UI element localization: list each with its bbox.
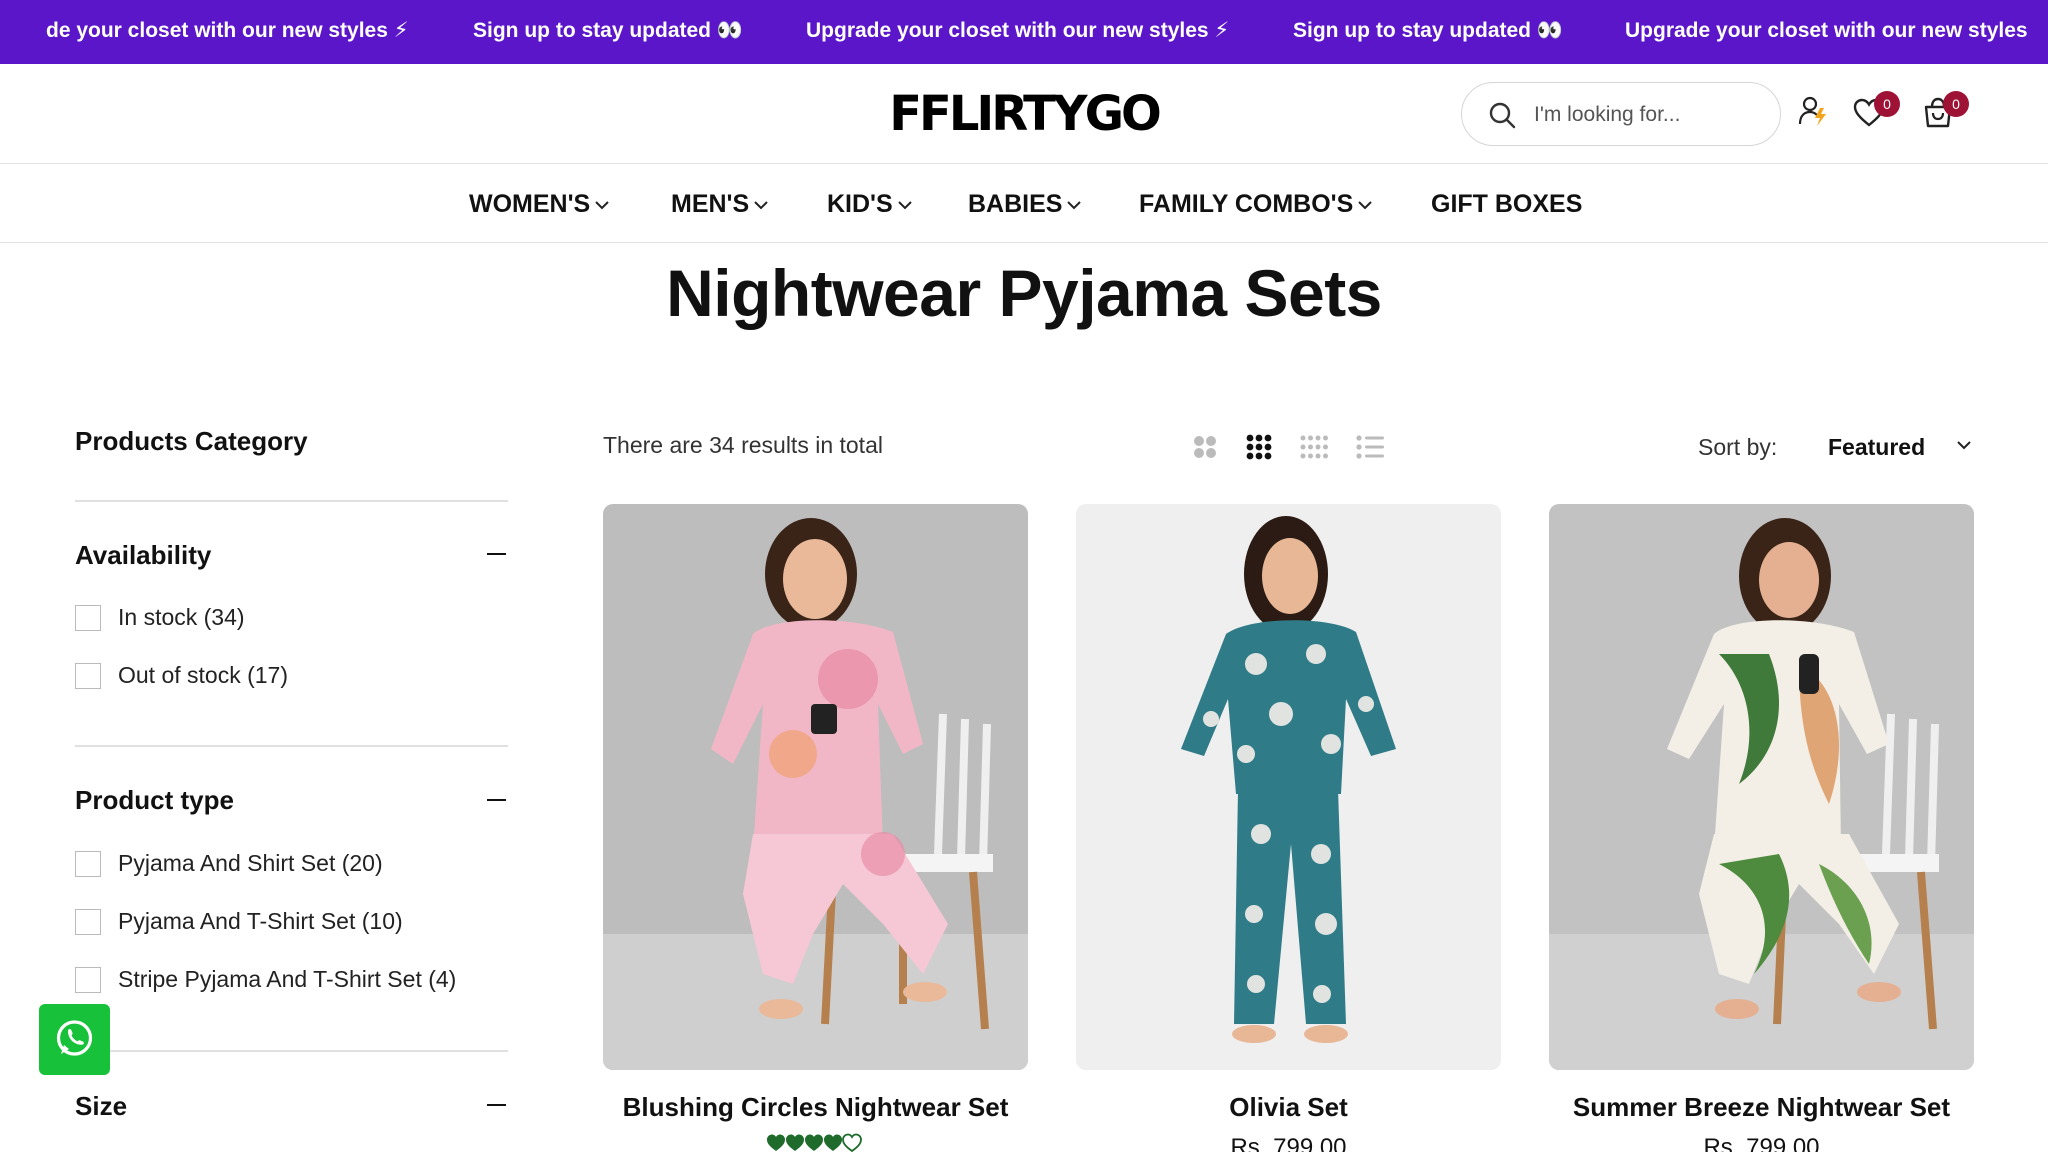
nav-item-gift-boxes[interactable]: GIFT BOXES: [1431, 165, 1582, 243]
nav-item-womens[interactable]: WOMEN'S: [469, 165, 610, 243]
nav-item-mens[interactable]: MEN'S: [671, 165, 769, 243]
chevron-down-icon: [1067, 201, 1082, 210]
announcement-text: Upgrade your closet with our new styles: [1625, 19, 2028, 42]
product-title[interactable]: Blushing Circles Nightwear Set: [603, 1092, 1028, 1123]
divider: [75, 1050, 508, 1052]
announcement-text: Upgrade your closet with our new styles …: [806, 19, 1230, 42]
product-price: Rs. 799.00: [1230, 1134, 1347, 1152]
announcement-text: Sign up to stay updated 👀: [1293, 19, 1563, 42]
product-type-heading[interactable]: Product type: [75, 785, 234, 816]
site-header: FFLIRTYGO 0 0: [0, 64, 2048, 164]
collapse-minus-icon[interactable]: [487, 799, 506, 801]
grid-3-columns-icon[interactable]: [1244, 432, 1274, 462]
chevron-down-icon[interactable]: [1956, 440, 1972, 450]
product-image[interactable]: [1076, 504, 1501, 1070]
account-icon[interactable]: [1796, 94, 1830, 128]
filter-option-label: Stripe Pyjama And T-Shirt Set (4): [118, 966, 457, 992]
chevron-down-icon: [1358, 201, 1373, 210]
collapse-minus-icon[interactable]: [487, 1104, 506, 1106]
announcement-text: de your closet with our new styles ⚡: [46, 19, 409, 42]
nav-item-label: WOMEN'S: [469, 190, 591, 218]
chevron-down-icon: [897, 201, 912, 210]
filter-option-label: Out of stock (17): [118, 662, 289, 688]
announcement-text: Sign up to stay updated 👀: [473, 19, 743, 42]
main-nav: WOMEN'S MEN'S KID'S BABIES FAMILY COMBO'…: [0, 165, 2048, 243]
checkbox[interactable]: [75, 851, 101, 877]
filter-option-label: Pyjama And T-Shirt Set (10): [118, 908, 403, 934]
nav-item-family-combos[interactable]: FAMILY COMBO'S: [1139, 165, 1373, 243]
nav-item-label: BABIES: [968, 190, 1063, 218]
chevron-down-icon: [754, 201, 768, 210]
nav-item-babies[interactable]: BABIES: [968, 165, 1082, 243]
search-box[interactable]: [1461, 82, 1781, 146]
nav-item-label: FAMILY COMBO'S: [1139, 190, 1354, 218]
grid-4-columns-icon[interactable]: [1299, 432, 1329, 462]
star-filled-icon: [785, 1134, 804, 1151]
filter-option-label: Pyjama And Shirt Set (20): [118, 850, 383, 876]
wishlist-count-badge: 0: [1874, 91, 1900, 117]
collapse-minus-icon[interactable]: [487, 553, 506, 555]
nav-item-label: GIFT BOXES: [1431, 190, 1583, 218]
products-category-heading[interactable]: Products Category: [75, 426, 308, 457]
nav-item-label: KID'S: [827, 190, 893, 218]
availability-heading[interactable]: Availability: [75, 540, 211, 571]
rating-stars: [603, 1132, 1028, 1152]
results-count: There are 34 results in total: [603, 432, 883, 458]
product-price: Rs. 799.00: [1703, 1134, 1820, 1152]
star-filled-icon: [823, 1134, 842, 1151]
whatsapp-icon: [56, 1020, 93, 1056]
sort-select[interactable]: Featured: [1828, 430, 1925, 464]
product-photo-pink-pyjama: [603, 504, 1028, 1070]
star-filled-icon: [766, 1134, 785, 1151]
divider: [75, 745, 508, 747]
star-empty-icon: [841, 1133, 862, 1152]
checkbox[interactable]: [75, 663, 101, 689]
page-title: Nightwear Pyjama Sets: [666, 256, 1382, 330]
whatsapp-chat-button[interactable]: [39, 1004, 110, 1075]
sort-by-label: Sort by:: [1698, 434, 1778, 460]
checkbox[interactable]: [75, 605, 101, 631]
product-photo-tropical-pyjama: [1549, 504, 1974, 1070]
search-input[interactable]: [1534, 97, 1764, 133]
grid-2-columns-icon[interactable]: [1190, 432, 1220, 462]
checkbox[interactable]: [75, 909, 101, 935]
list-view-icon[interactable]: [1355, 432, 1385, 462]
size-heading[interactable]: Size: [75, 1091, 127, 1122]
chevron-down-icon: [595, 201, 609, 210]
nav-item-label: MEN'S: [671, 190, 750, 218]
product-photo-teal-floral-pyjama: [1076, 504, 1501, 1070]
checkbox[interactable]: [75, 967, 101, 993]
divider: [75, 500, 508, 502]
announcement-bar: de your closet with our new styles ⚡ Sig…: [0, 0, 2048, 64]
product-title[interactable]: Olivia Set: [1076, 1092, 1501, 1123]
product-image[interactable]: [1549, 504, 1974, 1070]
nav-item-kids[interactable]: KID'S: [827, 165, 913, 243]
search-icon[interactable]: [1488, 101, 1516, 129]
filter-option-label: In stock (34): [118, 604, 245, 630]
product-title[interactable]: Summer Breeze Nightwear Set: [1549, 1092, 1974, 1123]
cart-count-badge: 0: [1943, 91, 1969, 117]
star-filled-icon: [804, 1134, 823, 1151]
product-image[interactable]: [603, 504, 1028, 1070]
